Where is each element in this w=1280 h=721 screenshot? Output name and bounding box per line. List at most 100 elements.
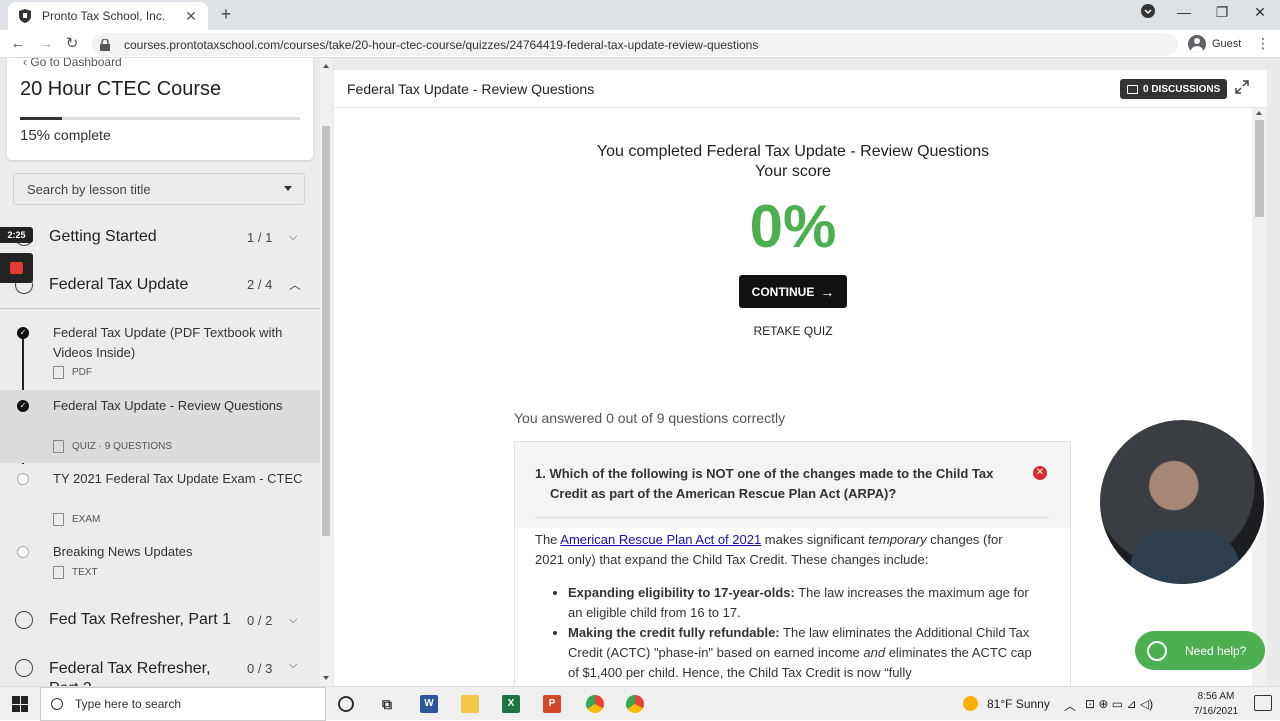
answered-summary: You answered 0 out of 9 questions correc… <box>514 410 786 426</box>
browser-menu-icon[interactable]: ⋮ <box>1256 35 1270 52</box>
new-tab-icon[interactable]: + <box>216 4 236 24</box>
go-to-dashboard-link[interactable]: ‹ Go to Dashboard <box>23 58 122 69</box>
lesson-item[interactable]: ✓ Federal Tax Update (PDF Textbook with … <box>0 322 320 388</box>
divider <box>535 517 1050 518</box>
bullet-emphasis: and <box>863 645 886 660</box>
windows-start-icon[interactable] <box>12 696 28 712</box>
chrome-active-icon[interactable] <box>626 695 644 713</box>
list-item: Expanding eligibility to 17-year-olds: T… <box>568 583 1035 623</box>
section-status-icon <box>15 611 33 629</box>
section-count: 0 / 2 <box>247 612 273 628</box>
changes-list: Expanding eligibility to 17-year-olds: T… <box>535 583 1035 683</box>
expand-icon[interactable] <box>1235 80 1251 96</box>
content-scrollbar[interactable] <box>1252 108 1267 686</box>
scroll-up-icon[interactable] <box>323 64 329 68</box>
recording-timer: 2:25 <box>0 227 33 243</box>
taskbar-search-input[interactable]: Type here to search <box>40 687 326 721</box>
section-name: Fed Tax Refresher, Part 1 <box>49 611 232 628</box>
clock-date: 7/16/2021 <box>1193 706 1239 717</box>
headset-icon <box>1147 640 1167 661</box>
course-card: ‹ Go to Dashboard 20 Hour CTEC Course 15… <box>7 58 313 160</box>
scrollbar-thumb[interactable] <box>1255 120 1264 217</box>
lesson-type: PDF <box>72 367 92 378</box>
chevron-down-icon: ⌵ <box>289 613 298 626</box>
page: ‹ Go to Dashboard 20 Hour CTEC Course 15… <box>0 58 1280 691</box>
progress-text: 15% complete <box>20 127 111 144</box>
section-count: 2 / 4 <box>247 277 273 292</box>
lesson-title: Breaking News Updates <box>53 544 193 559</box>
section-name: Getting Started <box>49 228 157 245</box>
continue-button[interactable]: CONTINUE → <box>739 275 847 308</box>
forward-icon[interactable]: → <box>36 34 56 54</box>
discussions-label: 0 DISCUSSIONS <box>1143 83 1221 95</box>
section-name: Federal Tax Update <box>49 275 189 293</box>
incorrect-icon: ✕ <box>1033 466 1047 480</box>
caret-down-icon <box>284 186 292 191</box>
stop-icon <box>10 262 23 274</box>
search-icon <box>51 698 63 710</box>
lesson-item[interactable]: Breaking News Updates TEXT <box>0 536 320 588</box>
score-label: Your score <box>755 163 831 180</box>
section-getting-started[interactable]: Getting Started 1 / 1 ⌵ <box>0 213 320 261</box>
course-title: 20 Hour CTEC Course <box>20 78 222 100</box>
sidebar-scrollbar[interactable] <box>320 58 332 686</box>
scrollbar-thumb[interactable] <box>322 126 330 536</box>
profile-label: Guest <box>1212 38 1242 50</box>
file-explorer-icon[interactable] <box>461 695 479 713</box>
retake-quiz-button[interactable]: RETAKE QUIZ <box>334 324 1252 338</box>
browser-tab[interactable]: Pronto Tax School, Inc. ✕ <box>8 2 208 30</box>
weather-sun-icon[interactable] <box>963 696 978 711</box>
stop-recording-button[interactable] <box>0 253 33 283</box>
word-icon[interactable]: W <box>420 695 438 713</box>
lesson-type: EXAM <box>72 514 101 525</box>
lesson-item-active[interactable]: ✓ Federal Tax Update - Review Questions … <box>0 390 320 463</box>
profile-button[interactable]: Guest <box>1188 35 1241 53</box>
section-fed-tax-refresher-2[interactable]: Federal Tax Refresher, Part 2 0 / 3 ⌵ <box>0 644 320 686</box>
quiz-score: 0% <box>749 193 837 260</box>
system-clock[interactable]: 8:56 AM 7/16/2021 <box>1186 689 1246 719</box>
arrow-right-icon: → <box>820 283 835 300</box>
section-count: 0 / 3 <box>247 661 273 676</box>
list-item: Making the credit fully refundable: The … <box>568 623 1035 683</box>
text-icon <box>53 566 64 579</box>
lesson-type: TEXT <box>72 567 98 578</box>
chevron-down-icon: ⌵ <box>289 230 298 243</box>
system-tray-icons[interactable]: ⊡ ⊕ ▭ ⊿ ◁) <box>1085 697 1153 711</box>
incomplete-circle-icon <box>17 546 29 558</box>
notifications-icon[interactable] <box>1254 695 1272 711</box>
windows-taskbar: Type here to search ⧉ W X P 81°F Sunny ︿… <box>0 686 1280 721</box>
discussions-button[interactable]: 0 DISCUSSIONS <box>1120 79 1228 99</box>
lesson-meta: EXAM <box>53 513 100 526</box>
section-fed-tax-refresher-1[interactable]: Fed Tax Refresher, Part 1 0 / 2 ⌵ <box>0 596 320 644</box>
reload-icon[interactable]: ↻ <box>62 34 82 54</box>
maximize-icon[interactable]: ❐ <box>1210 4 1234 21</box>
need-help-button[interactable]: Need help? <box>1135 631 1265 670</box>
lesson-item[interactable]: TY 2021 Federal Tax Update Exam - CTEC E… <box>0 463 320 533</box>
explanation-text: The <box>535 532 561 547</box>
lesson-meta: PDF <box>53 366 92 379</box>
tab-close-icon[interactable]: ✕ <box>184 8 198 25</box>
weather-text[interactable]: 81°F Sunny <box>987 697 1050 711</box>
completed-check-icon: ✓ <box>17 400 29 412</box>
show-hidden-icons[interactable]: ︿ <box>1064 697 1076 714</box>
section-federal-tax-update[interactable]: Federal Tax Update 2 / 4 ︿ <box>0 261 320 309</box>
lesson-search-select[interactable]: Search by lesson title <box>13 173 305 205</box>
chrome-icon[interactable] <box>586 695 604 713</box>
tab-search-icon[interactable] <box>1136 4 1160 21</box>
cortana-icon[interactable] <box>338 696 354 712</box>
pdf-icon <box>53 366 64 379</box>
scroll-up-icon[interactable] <box>1256 111 1262 115</box>
task-view-icon[interactable]: ⧉ <box>378 695 396 713</box>
arpa-link[interactable]: American Rescue Plan Act of 2021 <box>560 532 761 547</box>
minimize-icon[interactable]: — <box>1172 4 1196 20</box>
quiz-complete-message: You completed Federal Tax Update - Revie… <box>334 142 1252 182</box>
lesson-meta: QUIZ · 9 QUESTIONS <box>53 440 172 453</box>
chevron-down-icon: ⌵ <box>289 659 298 671</box>
excel-icon[interactable]: X <box>502 695 520 713</box>
webcam-person <box>1130 530 1240 584</box>
url-input[interactable]: courses.prontotaxschool.com/courses/take… <box>92 33 1178 56</box>
scroll-down-icon[interactable] <box>323 676 329 680</box>
window-close-icon[interactable]: ✕ <box>1248 4 1272 21</box>
powerpoint-icon[interactable]: P <box>543 695 561 713</box>
back-icon[interactable]: ← <box>8 34 28 54</box>
